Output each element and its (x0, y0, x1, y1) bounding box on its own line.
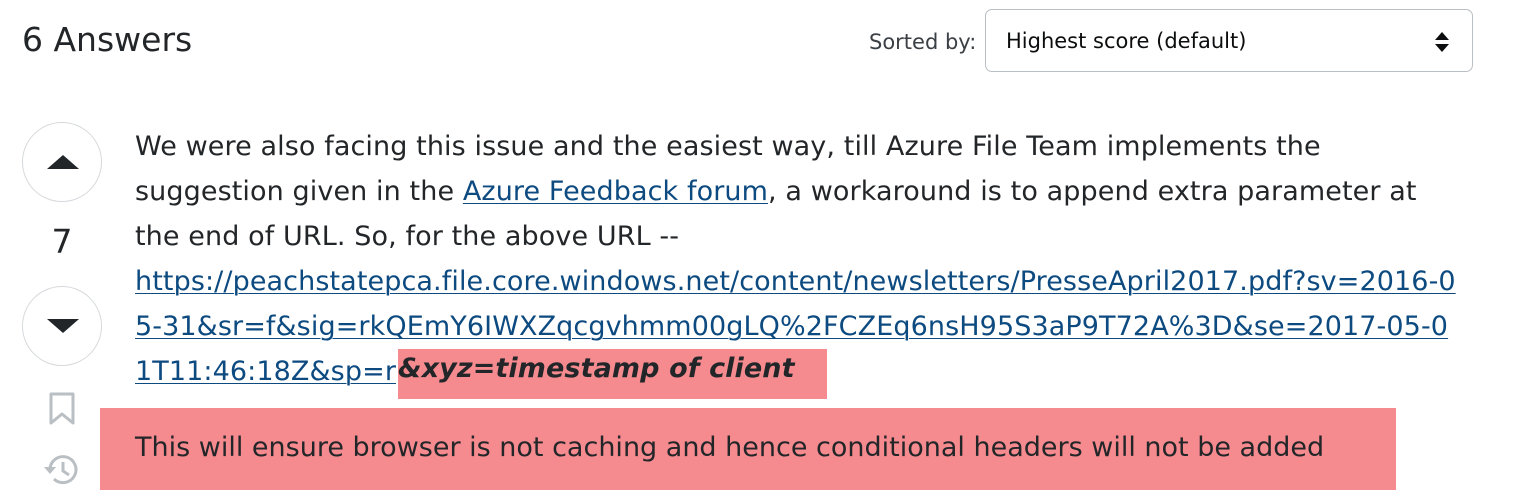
azure-feedback-link[interactable]: Azure Feedback forum (463, 176, 768, 207)
sort-select-value: Highest score (default) (1006, 29, 1247, 53)
answer-body: We were also facing this issue and the e… (135, 124, 1465, 399)
vote-score: 7 (51, 222, 73, 261)
highlighted-callout: This will ensure browser is not caching … (100, 408, 1396, 490)
answers-count-title: 6 Answers (22, 20, 193, 59)
sort-select[interactable]: Highest score (default) (985, 9, 1473, 72)
history-button[interactable] (42, 450, 82, 490)
answer-paragraph: We were also facing this issue and the e… (135, 124, 1465, 399)
callout-text: This will ensure browser is not caching … (135, 432, 1325, 463)
bookmark-button[interactable] (48, 392, 76, 426)
highlighted-extra-parameter: &xyz=timestamp of client (398, 349, 827, 399)
sort-arrows-icon (1434, 30, 1450, 54)
downvote-button[interactable] (22, 286, 102, 366)
triangle-down-icon (47, 319, 79, 333)
triangle-up-icon (47, 155, 79, 169)
upvote-button[interactable] (22, 122, 102, 202)
answers-header: 6 Answers Sorted by: Highest score (defa… (0, 0, 1517, 90)
bookmark-icon (49, 392, 75, 425)
sorted-by-label: Sorted by: (869, 30, 977, 54)
history-icon (44, 455, 78, 485)
